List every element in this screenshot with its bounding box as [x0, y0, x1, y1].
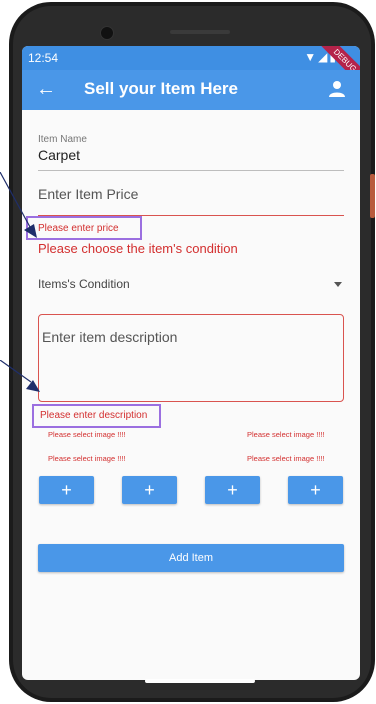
image-error-text: Please select image !!!! [48, 454, 126, 463]
item-name-label: Item Name [38, 134, 87, 145]
page-title: Sell your Item Here [84, 79, 239, 98]
add-image-button[interactable]: + [122, 476, 177, 504]
image-error-text: Please select image !!!! [48, 430, 126, 439]
home-indicator[interactable] [145, 679, 255, 683]
annotation-arrow-icon [0, 360, 40, 392]
annotation-arrow-icon [0, 172, 37, 238]
condition-error-text: Please choose the item's condition [38, 241, 238, 256]
chevron-down-icon [334, 282, 342, 287]
app-screen: 12:54 ▼◢▮ DEBUG ← Sell your Item Here It… [22, 46, 360, 680]
person-icon[interactable] [328, 80, 346, 98]
add-image-button[interactable]: + [288, 476, 343, 504]
front-camera [100, 26, 114, 40]
side-button [370, 174, 375, 218]
add-image-button[interactable]: + [205, 476, 260, 504]
condition-dropdown[interactable]: Items's Condition [38, 276, 344, 296]
arrow-back-icon[interactable]: ← [36, 78, 56, 100]
image-error-text: Please select image !!!! [247, 454, 325, 463]
status-time: 12:54 [28, 51, 59, 65]
description-input[interactable] [38, 314, 344, 402]
condition-dropdown-label: Items's Condition [38, 277, 130, 291]
app-bar: ← Sell your Item Here [22, 70, 360, 110]
add-image-button[interactable]: + [39, 476, 94, 504]
image-error-text: Please select image !!!! [247, 430, 325, 439]
add-item-button[interactable]: Add Item [38, 544, 344, 572]
item-name-underline [38, 170, 344, 171]
item-name-field[interactable]: Carpet [38, 147, 80, 163]
status-bar: 12:54 ▼◢▮ DEBUG [22, 46, 360, 90]
earpiece-speaker [170, 30, 230, 34]
price-input[interactable] [38, 183, 344, 205]
